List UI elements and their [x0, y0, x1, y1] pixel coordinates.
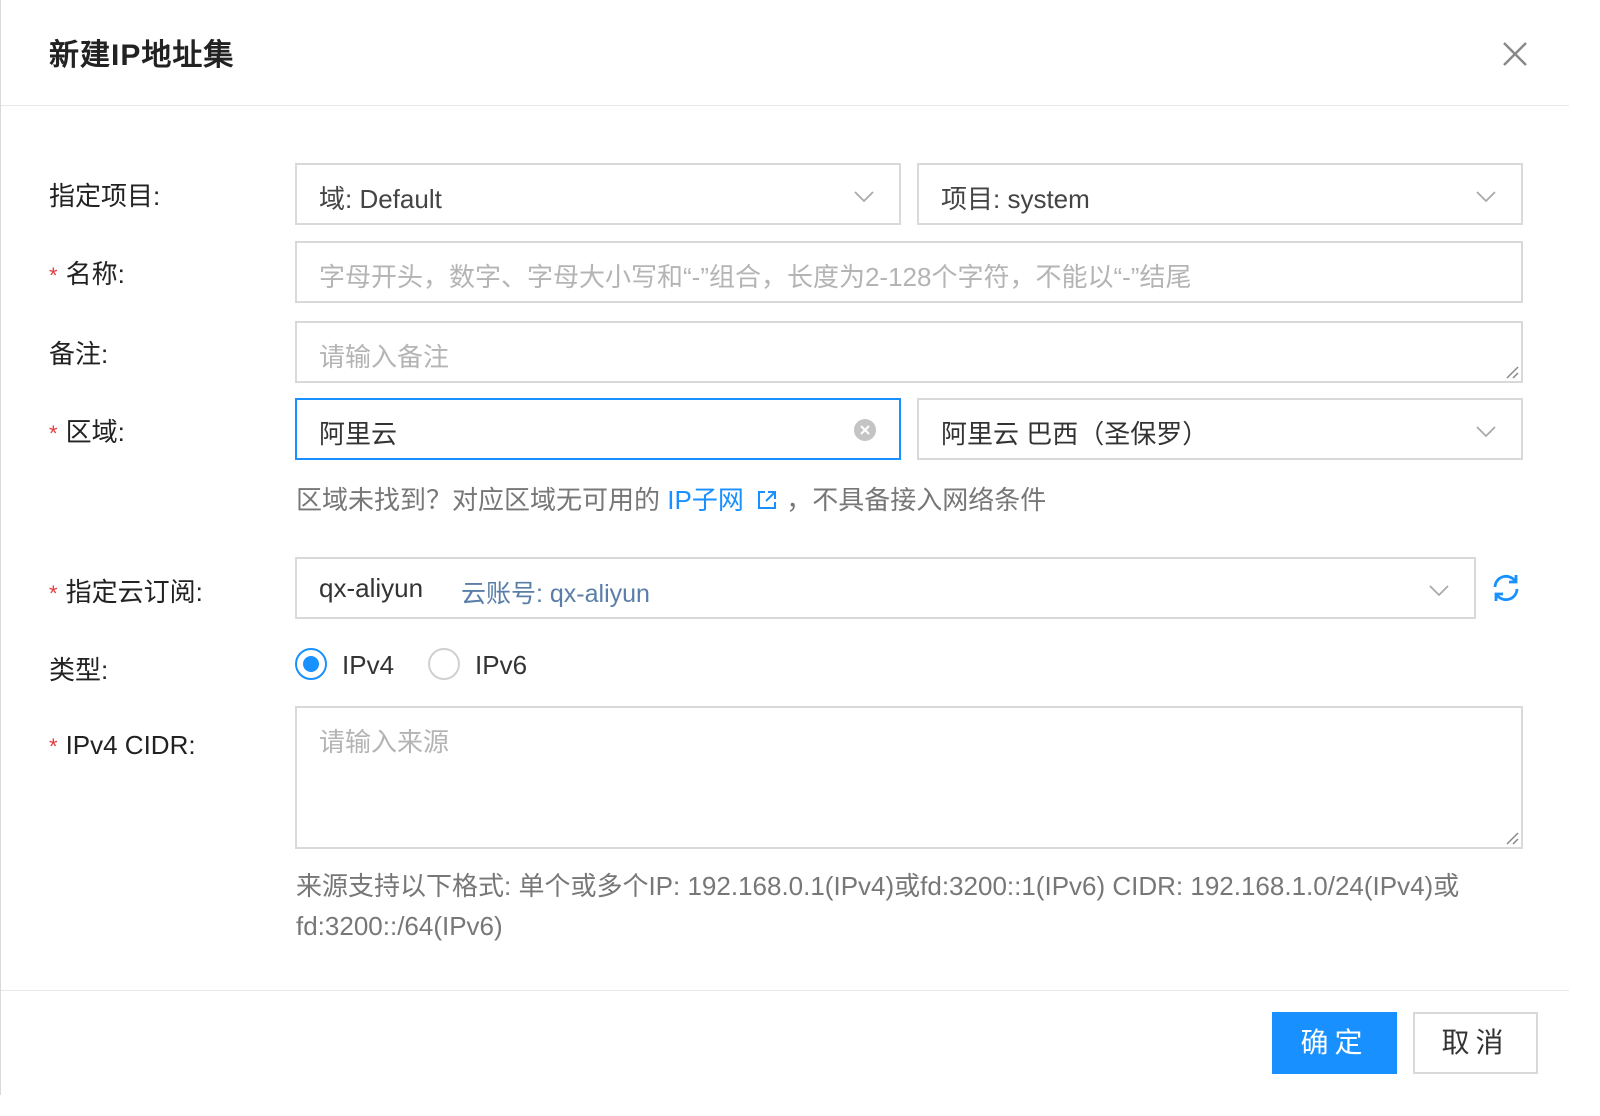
footer-divider — [1, 990, 1569, 991]
chevron-down-icon — [1476, 426, 1496, 438]
close-icon[interactable] — [1497, 36, 1533, 72]
required-mark: * — [49, 581, 58, 606]
required-mark: * — [49, 263, 58, 288]
external-link-icon[interactable] — [755, 488, 779, 512]
project-select[interactable]: 项目: system — [917, 163, 1523, 225]
required-mark: * — [49, 421, 58, 446]
ip-subnet-link[interactable]: IP子网 — [667, 485, 744, 515]
region-hint-prefix: 区域未找到？对应区域无可用的 — [296, 485, 661, 515]
radio-ipv4-label[interactable]: IPv4 — [342, 650, 394, 681]
required-mark: * — [49, 734, 58, 759]
name-input[interactable]: 字母开头，数字、字母大小写和“-”组合，长度为2-128个字符，不能以“-”结尾 — [295, 241, 1523, 303]
project-select-value: 项目: system — [941, 184, 1090, 214]
name-input-placeholder: 字母开头，数字、字母大小写和“-”组合，长度为2-128个字符，不能以“-”结尾 — [319, 262, 1192, 292]
cidr-hint-line1: 来源支持以下格式: 单个或多个IP: 192.168.0.1(IPv4)或fd:… — [296, 871, 1460, 901]
region-label: * 区域: — [49, 417, 125, 447]
region-provider-select[interactable]: 阿里云 — [295, 398, 901, 460]
type-label: 类型: — [49, 655, 109, 685]
cidr-placeholder: 请输入来源 — [319, 727, 450, 757]
chevron-down-icon — [1429, 585, 1449, 597]
radio-ipv6-label[interactable]: IPv6 — [475, 650, 527, 681]
region-provider-value: 阿里云 — [319, 419, 398, 449]
resize-handle-icon[interactable] — [1503, 363, 1519, 379]
project-label: 指定项目: — [49, 181, 161, 211]
radio-ipv4[interactable] — [295, 648, 327, 680]
cidr-label: * IPv4 CIDR: — [49, 730, 196, 760]
refresh-icon[interactable] — [1490, 572, 1522, 604]
name-label: * 名称: — [49, 259, 125, 289]
cancel-button[interactable]: 取消 — [1413, 1012, 1538, 1074]
create-ip-set-dialog: 新建IP地址集 指定项目: 域: Default 项目: system * 名称:… — [0, 0, 1569, 1095]
subscription-value: qx-aliyun — [319, 573, 424, 603]
resize-handle-icon[interactable] — [1503, 829, 1519, 845]
domain-select[interactable]: 域: Default — [295, 163, 901, 225]
cidr-hint-line2: fd:3200::/64(IPv6) — [296, 911, 503, 941]
dialog-title: 新建IP地址集 — [49, 39, 235, 72]
remark-placeholder: 请输入备注 — [319, 342, 450, 372]
subscription-account: 云账号: qx-aliyun — [461, 580, 650, 608]
clear-icon[interactable] — [853, 418, 877, 442]
chevron-down-icon — [1476, 191, 1496, 203]
subscription-select[interactable]: qx-aliyun 云账号: qx-aliyun — [295, 557, 1476, 619]
radio-ipv6[interactable] — [428, 648, 460, 680]
confirm-button[interactable]: 确定 — [1272, 1012, 1397, 1074]
remark-textarea[interactable]: 请输入备注 — [295, 321, 1523, 383]
remark-label: 备注: — [49, 339, 109, 369]
cidr-hint: 来源支持以下格式: 单个或多个IP: 192.168.0.1(IPv4)或fd:… — [296, 866, 1459, 946]
cidr-textarea[interactable]: 请输入来源 — [295, 706, 1523, 849]
region-hint-suffix: ，不具备接入网络条件 — [786, 485, 1047, 515]
subscription-label: * 指定云订阅: — [49, 577, 203, 607]
domain-select-value: 域: Default — [319, 184, 442, 214]
dialog-header: 新建IP地址集 — [1, 0, 1569, 106]
region-select-value: 阿里云 巴西（圣保罗） — [941, 419, 1209, 449]
chevron-down-icon — [854, 191, 874, 203]
region-select[interactable]: 阿里云 巴西（圣保罗） — [917, 398, 1523, 460]
region-hint: 区域未找到？对应区域无可用的 IP子网 ，不具备接入网络条件 — [296, 480, 1046, 517]
